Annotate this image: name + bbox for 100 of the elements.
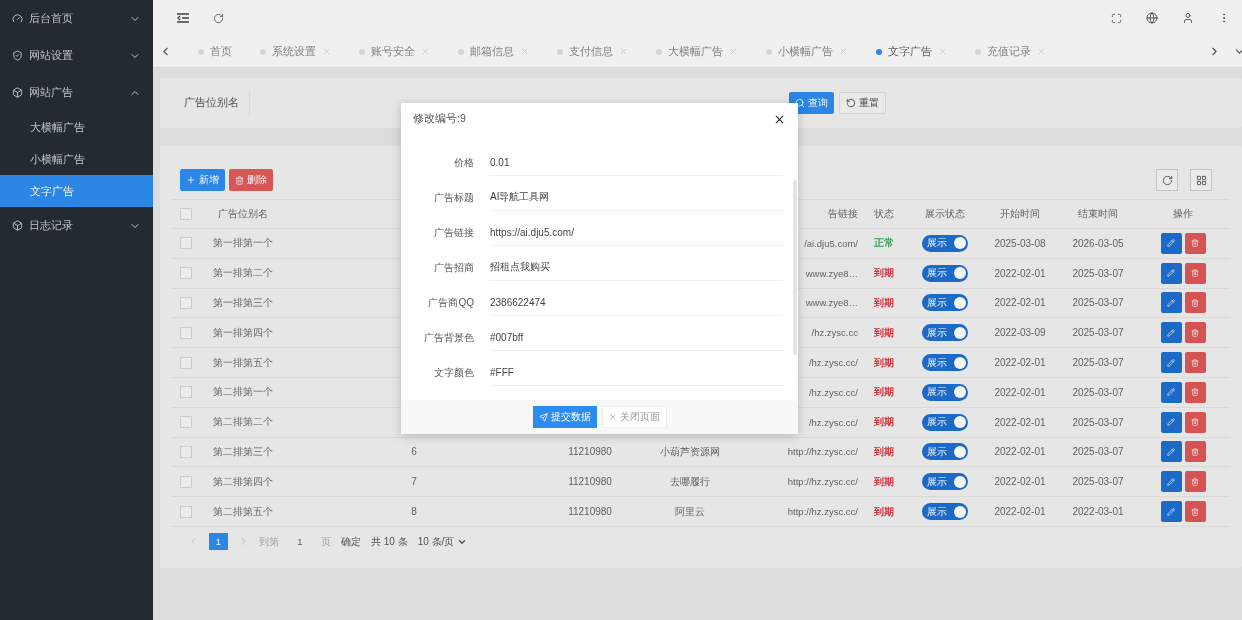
column-header: 开始时间 <box>999 207 1041 221</box>
table-cell-text: 11210980 <box>567 446 613 458</box>
edit-button[interactable] <box>1160 292 1182 314</box>
edit-button[interactable] <box>1160 471 1182 493</box>
toggle-switch[interactable]: 展示 <box>922 264 968 282</box>
close-page-button[interactable]: 关闭页面 <box>601 406 667 428</box>
delete-button[interactable] <box>1184 352 1206 374</box>
trash-icon <box>1191 239 1199 248</box>
trash-icon <box>1191 358 1199 367</box>
page-size-select[interactable]: 10 条/页 <box>417 534 468 549</box>
column-header: 结束时间 <box>1077 207 1119 221</box>
globe-icon[interactable] <box>1146 12 1158 24</box>
input-field[interactable]: https://ai.dju5.com/ <box>490 219 783 246</box>
delete-button[interactable] <box>1184 381 1206 403</box>
delete-button[interactable] <box>1184 292 1206 314</box>
toggle-switch[interactable]: 展示 <box>922 354 968 372</box>
toggle-switch[interactable]: 展示 <box>922 324 968 342</box>
grid-icon <box>1195 174 1207 186</box>
tab[interactable]: 大横幅广告 <box>640 35 750 68</box>
checkbox[interactable] <box>180 237 192 250</box>
sidebar-item[interactable]: 后台首页 <box>0 0 153 37</box>
fullscreen-icon[interactable] <box>1111 12 1122 24</box>
columns-button[interactable] <box>1190 169 1212 191</box>
pencil-icon <box>1167 477 1175 486</box>
checkbox[interactable] <box>180 416 192 429</box>
table-cell-text: /hz.zysc.cc <box>810 327 858 339</box>
delete-button[interactable] <box>1184 501 1206 523</box>
sidebar-item[interactable]: 网站广告 <box>0 74 153 111</box>
tab[interactable]: 账号安全 <box>343 35 442 68</box>
tab[interactable]: 文字广告 <box>860 35 959 68</box>
delete-button[interactable] <box>1184 322 1206 344</box>
checkbox[interactable] <box>180 208 192 220</box>
tab[interactable]: 邮箱信息 <box>442 35 541 68</box>
edit-button[interactable] <box>1160 262 1182 284</box>
checkbox[interactable] <box>180 505 192 518</box>
table-cell-text: 2022-02-01 <box>993 476 1047 488</box>
page-input[interactable]: 1 <box>289 536 311 548</box>
checkbox[interactable] <box>180 475 192 488</box>
toggle-switch[interactable]: 展示 <box>922 503 968 521</box>
edit-button[interactable] <box>1160 441 1182 463</box>
sidebar-item[interactable]: 日志记录 <box>0 207 153 244</box>
delete-button[interactable] <box>1184 411 1206 433</box>
delete-button[interactable] <box>1184 441 1206 463</box>
checkbox[interactable] <box>180 326 192 339</box>
checkbox[interactable] <box>180 356 192 369</box>
search-button[interactable]: 查询 <box>789 92 834 114</box>
submit-button[interactable]: 提交数据 <box>532 406 597 428</box>
edit-button[interactable] <box>1160 381 1182 403</box>
edit-button[interactable] <box>1160 232 1182 254</box>
add-button[interactable]: 新增 <box>180 169 225 191</box>
confirm-link[interactable]: 确定 <box>341 534 361 549</box>
checkbox[interactable] <box>180 267 192 280</box>
tab[interactable]: 支付信息 <box>541 35 640 68</box>
table-cell-text: 第二排第一个 <box>212 385 274 400</box>
form-label: 文字颜色 <box>433 365 474 380</box>
input-field[interactable]: AI导航工具网 <box>490 184 783 211</box>
toggle-switch[interactable]: 展示 <box>922 294 968 312</box>
table-cell-text: 7 <box>410 476 418 488</box>
status-label: 到期 <box>873 444 895 459</box>
refresh-icon[interactable] <box>213 12 224 24</box>
user-icon[interactable] <box>1182 12 1194 24</box>
sidebar-item[interactable]: 网站设置 <box>0 37 153 74</box>
tab[interactable]: 首页 <box>182 35 244 68</box>
input-field[interactable]: 招租点我购买 <box>490 254 783 281</box>
input-field[interactable]: 0.01 <box>490 149 783 176</box>
form-label: 广告标题 <box>433 190 474 205</box>
toggle-switch[interactable]: 展示 <box>922 443 968 461</box>
edit-button[interactable] <box>1160 352 1182 374</box>
menu-fold-icon[interactable] <box>177 13 189 23</box>
toggle-switch[interactable]: 展示 <box>922 234 968 252</box>
tab[interactable]: 小横幅广告 <box>750 35 860 68</box>
toggle-switch[interactable]: 展示 <box>922 383 968 401</box>
table-cell-text: www.zye8… <box>804 297 858 309</box>
sidebar-subitem[interactable]: 大横幅广告 <box>0 111 153 143</box>
sidebar-subitem[interactable]: 文字广告 <box>0 175 153 207</box>
edit-button[interactable] <box>1160 322 1182 344</box>
input-field[interactable]: #007bff <box>490 324 783 351</box>
edit-button[interactable] <box>1160 501 1182 523</box>
delete-button[interactable]: 删除 <box>229 169 273 191</box>
tab[interactable]: 系统设置 <box>244 35 343 68</box>
sidebar-subitem[interactable]: 小横幅广告 <box>0 143 153 175</box>
table-cell-text: 2022-02-01 <box>993 506 1047 518</box>
column-header: 操作 <box>1172 207 1194 221</box>
checkbox[interactable] <box>180 445 192 458</box>
page-number[interactable]: 1 <box>209 533 228 551</box>
input-field[interactable]: #FFF <box>490 359 783 386</box>
delete-button[interactable] <box>1184 232 1206 254</box>
reset-button[interactable]: 重置 <box>839 92 886 114</box>
toggle-switch[interactable]: 展示 <box>922 413 968 431</box>
checkbox[interactable] <box>180 297 192 309</box>
table-cell-text: 2022-02-01 <box>993 386 1047 398</box>
delete-button[interactable] <box>1184 471 1206 493</box>
input-field[interactable]: 2386622474 <box>490 289 783 316</box>
tab[interactable]: 充值记录 <box>959 35 1058 68</box>
checkbox[interactable] <box>180 386 192 399</box>
send-icon <box>538 412 548 422</box>
toggle-switch[interactable]: 展示 <box>922 473 968 491</box>
delete-button[interactable] <box>1184 262 1206 284</box>
edit-button[interactable] <box>1160 411 1182 433</box>
refresh-button[interactable] <box>1156 169 1178 191</box>
